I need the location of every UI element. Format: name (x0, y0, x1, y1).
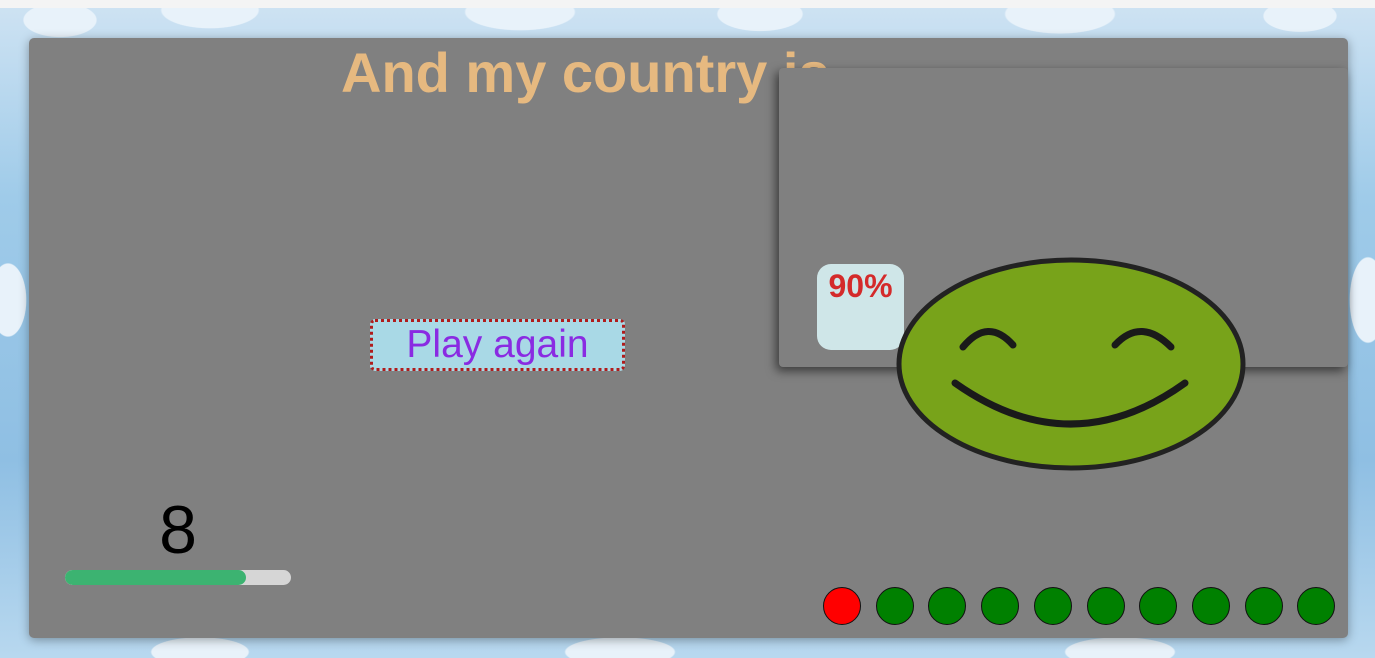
round-dot-correct (1087, 587, 1125, 625)
round-dot-correct (981, 587, 1019, 625)
round-dot-correct (876, 587, 914, 625)
progress-bar (65, 570, 291, 585)
play-again-button[interactable]: Play again (370, 319, 625, 371)
round-dot-correct (1297, 587, 1335, 625)
round-dot-wrong (823, 587, 861, 625)
percent-value: 90% (828, 268, 893, 304)
round-dot-correct (1192, 587, 1230, 625)
smiley-face-icon (896, 257, 1246, 471)
score-value: 8 (159, 492, 197, 568)
round-dot-correct (1139, 587, 1177, 625)
round-dot-correct (1034, 587, 1072, 625)
percent-badge: 90% (817, 264, 904, 350)
progress-bar-fill (65, 570, 246, 585)
top-strip (0, 0, 1375, 8)
round-dot-correct (1245, 587, 1283, 625)
smiley-face-circle (896, 257, 1246, 471)
round-dot-correct (928, 587, 966, 625)
